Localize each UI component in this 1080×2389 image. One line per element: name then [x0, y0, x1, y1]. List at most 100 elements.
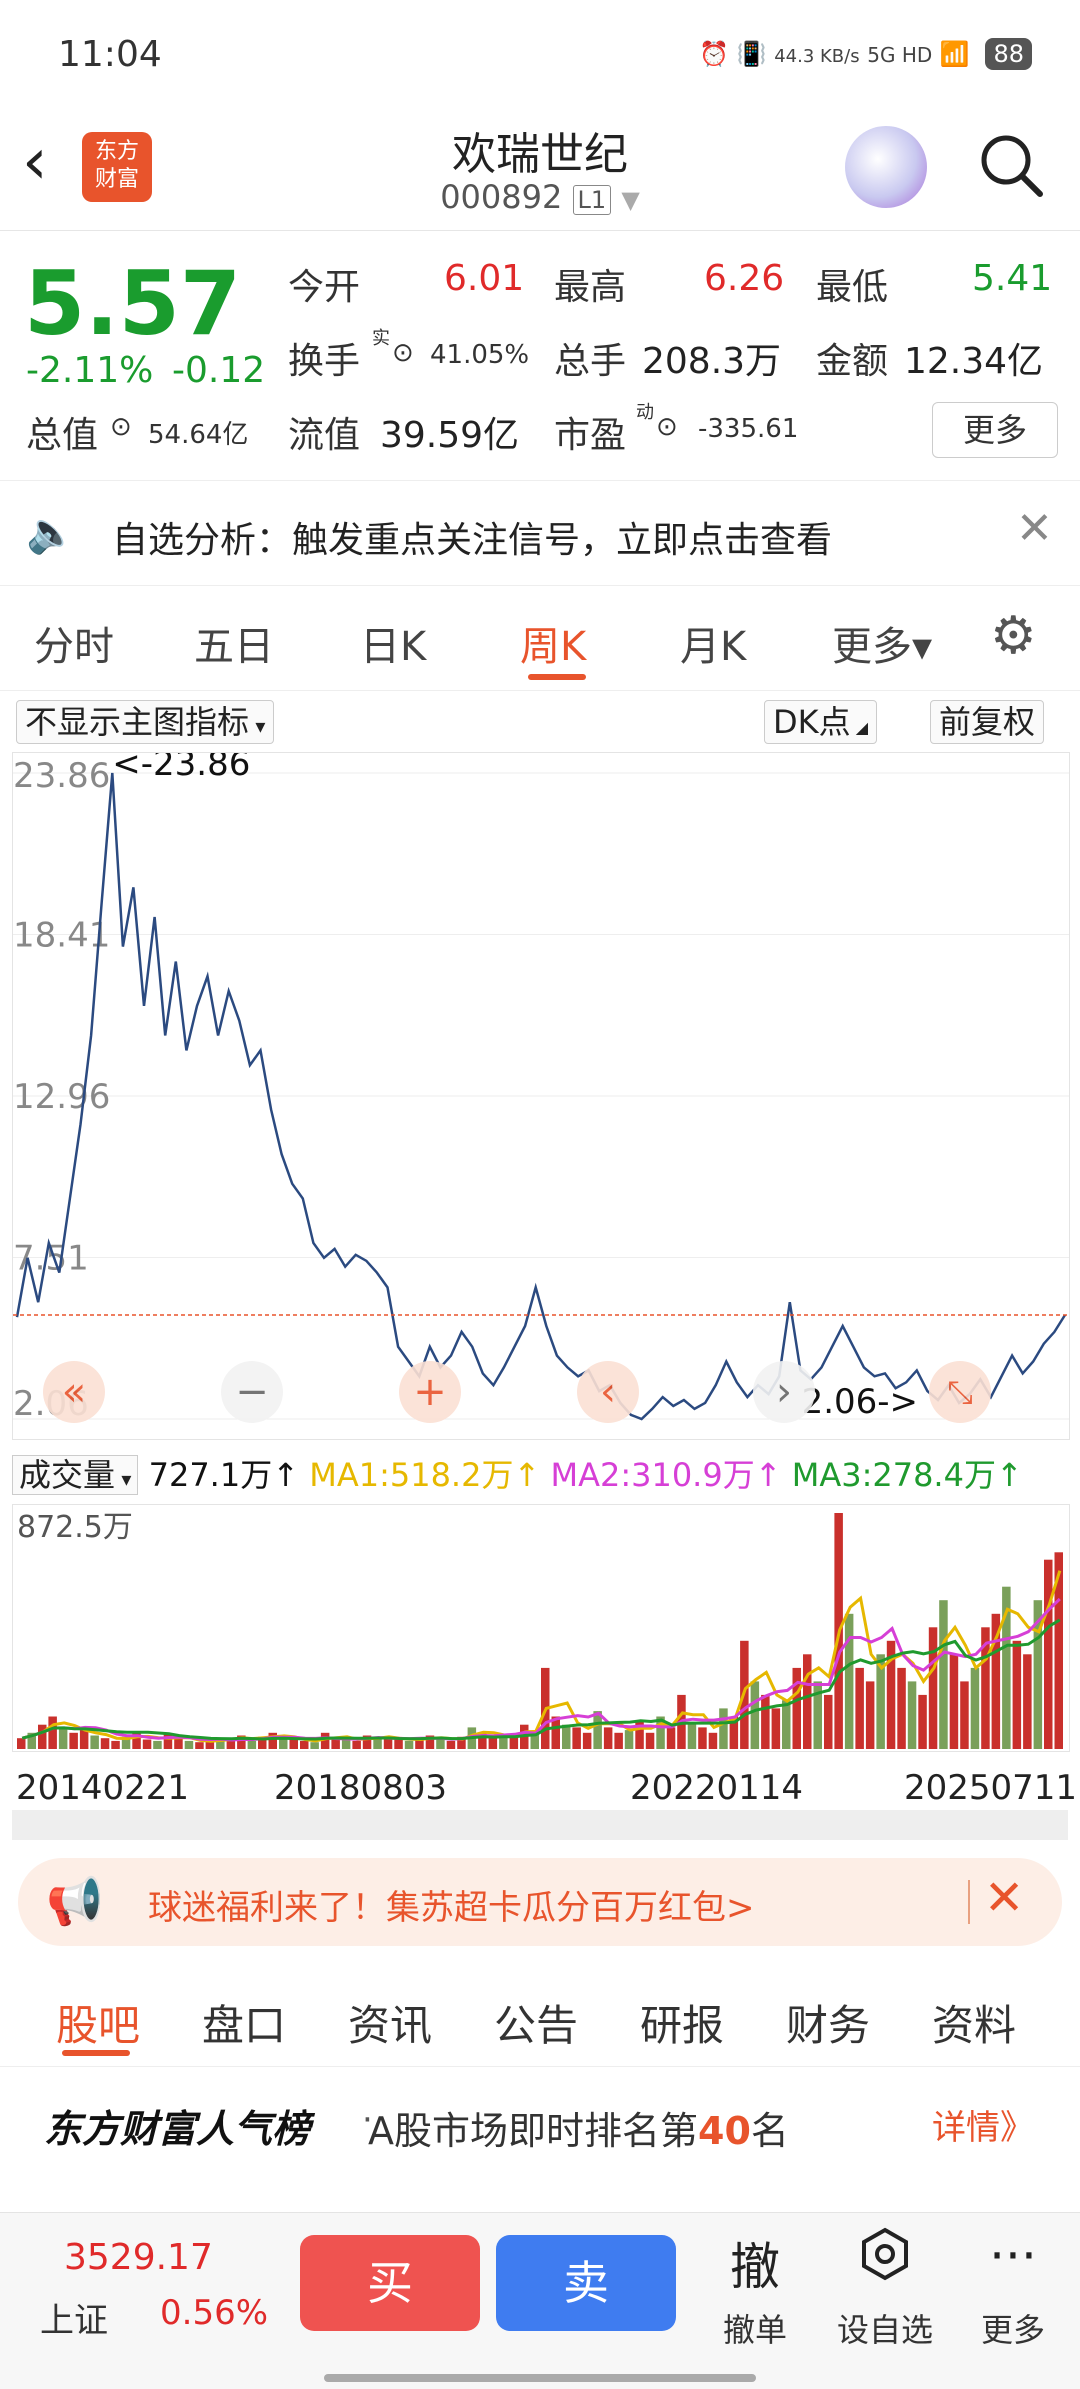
promo-banner[interactable]: 📢 球迷福利来了！集苏超卡瓜分百万红包> ✕: [18, 1858, 1062, 1946]
tab-five-day[interactable]: 五日: [194, 614, 274, 672]
notice-text: 自选分析：触发重点关注信号，立即点击查看: [112, 520, 833, 561]
high-label: 最高: [554, 267, 627, 308]
tab-research[interactable]: 研报: [640, 1992, 724, 2053]
pe-sup: 动: [636, 402, 654, 423]
info-icon[interactable]: ⊙: [656, 412, 678, 442]
price-chart[interactable]: 23.8618.4112.967.512.06 <-23.86 2.06-> «…: [12, 744, 1070, 1440]
volume-chart[interactable]: 872.5万: [12, 1504, 1070, 1752]
volume-bar: [939, 1600, 948, 1749]
close-icon[interactable]: ✕: [984, 1870, 1024, 1926]
turnover-label: 换手: [288, 341, 361, 382]
volume-bar: [897, 1667, 906, 1749]
dk-select[interactable]: DK点 ◢: [764, 700, 878, 744]
add-watchlist-label[interactable]: 设自选: [830, 2305, 940, 2351]
tab-news[interactable]: 资讯: [348, 1992, 432, 2053]
rank-detail-link[interactable]: 详情》: [932, 2100, 1034, 2149]
period-tabs: 分时 五日 日K 周K 月K 更多▾ ⚙: [0, 586, 1080, 691]
min-annotation: 2.06->: [802, 1382, 918, 1422]
alarm-icon: ⏰: [699, 40, 730, 68]
adjust-select[interactable]: 前复权: [930, 700, 1045, 744]
fullscreen-icon[interactable]: ⤡: [929, 1361, 991, 1423]
volume-value: 208.3万: [642, 341, 782, 382]
amount-value: 12.34亿: [904, 341, 1044, 382]
tab-weekly-k[interactable]: 周K: [520, 614, 586, 672]
popularity-rank[interactable]: 东方财富人气榜 · A股市场即时排名第40名 详情》: [0, 2070, 1080, 2170]
analysis-notice[interactable]: 🔈 自选分析：触发重点关注信号，立即点击查看 ✕: [0, 480, 1080, 586]
tab-profile[interactable]: 资料: [932, 1992, 1016, 2053]
tab-more[interactable]: 更多▾: [832, 614, 932, 672]
cancel-order-label[interactable]: 撤单: [700, 2305, 810, 2351]
ma2-value: MA2:310.9万: [550, 1456, 755, 1494]
home-indicator[interactable]: [324, 2374, 756, 2382]
rank-text: A股市场即时排名第40名: [368, 2100, 789, 2155]
chart-scroll-band[interactable]: [12, 1810, 1068, 1840]
low-label: 最低: [816, 267, 889, 308]
volume-bar: [761, 1694, 770, 1749]
y-tick-label: 18.41: [13, 916, 110, 956]
move-left-icon[interactable]: ‹: [577, 1361, 639, 1423]
search-icon[interactable]: [976, 130, 1046, 211]
gear-icon[interactable]: ⚙: [990, 606, 1037, 666]
volume-select[interactable]: 成交量 ▾: [12, 1455, 139, 1495]
close-icon[interactable]: ✕: [1016, 503, 1053, 554]
volume-bar: [970, 1667, 980, 1749]
volume-bar: [624, 1730, 634, 1749]
rank-number: 40: [698, 2109, 751, 2153]
more-label[interactable]: 更多: [958, 2305, 1068, 2351]
volume-label: 总手: [554, 341, 627, 382]
ma1-value: MA1:518.2万: [309, 1456, 514, 1494]
volume-bar: [949, 1654, 959, 1749]
move-right-icon[interactable]: ›: [753, 1361, 815, 1423]
index-value[interactable]: 3529.17: [64, 2237, 213, 2278]
rewind-icon[interactable]: «: [43, 1361, 105, 1423]
tab-guba[interactable]: 股吧: [56, 1992, 140, 2053]
volume-bar: [782, 1700, 791, 1749]
volume-bar: [38, 1724, 47, 1749]
indicator-select[interactable]: 不显示主图指标 ▾: [16, 700, 275, 744]
tab-monthly-k[interactable]: 月K: [680, 614, 746, 672]
open-label: 今开: [288, 267, 361, 308]
add-watchlist-icon[interactable]: [830, 2227, 940, 2293]
volume-bar: [341, 1739, 351, 1749]
turnover-sup: 实: [372, 328, 390, 349]
x-label: 20180803: [274, 1768, 448, 1808]
cancel-order-icon[interactable]: 撤: [700, 2227, 810, 2299]
chevron-down-icon: ▾: [115, 1467, 132, 1491]
status-bar: 11:04 ⏰ 📳 44.3 KB/s 5G HD 📶 88: [0, 0, 1080, 110]
pe-label: 市盈: [554, 415, 627, 456]
info-icon[interactable]: ⊙: [392, 338, 414, 368]
zoom-in-icon[interactable]: +: [399, 1361, 461, 1423]
volume-bar: [310, 1742, 319, 1749]
wifi-icon: 📶: [939, 40, 970, 68]
change-pct: -2.11%: [26, 350, 154, 391]
zoom-out-icon[interactable]: −: [221, 1361, 283, 1423]
volume-bar: [394, 1739, 403, 1749]
volume-bar: [247, 1740, 257, 1749]
quote-more-button[interactable]: 更多: [932, 402, 1058, 458]
volume-bar: [153, 1740, 162, 1749]
robot-assistant-icon[interactable]: [845, 126, 927, 208]
chevron-down-icon: ▾: [249, 714, 266, 738]
volume-bar: [803, 1654, 812, 1749]
volume-bar: [855, 1667, 864, 1749]
stock-code: 000892: [440, 178, 563, 216]
info-icon[interactable]: ⊙: [110, 412, 132, 442]
volume-bar: [111, 1740, 120, 1749]
volume-label: 成交量: [19, 1456, 116, 1494]
sell-button[interactable]: 卖: [496, 2235, 676, 2331]
tab-pankou[interactable]: 盘口: [202, 1992, 286, 2053]
banner-text: 球迷福利来了！集苏超卡瓜分百万红包>: [148, 1888, 755, 1928]
chevron-down-icon: ▼: [621, 186, 640, 214]
volume-bar: [58, 1727, 68, 1749]
tab-finance[interactable]: 财务: [786, 1992, 870, 2053]
tab-intraday[interactable]: 分时: [34, 614, 114, 672]
change-value: -0.12: [172, 350, 266, 391]
tab-daily-k[interactable]: 日K: [360, 614, 426, 672]
volume-bar: [79, 1730, 89, 1749]
more-dots-icon[interactable]: ···: [958, 2227, 1068, 2285]
volume-bar: [645, 1732, 655, 1749]
level-badge: L1: [572, 185, 612, 215]
volume-max-label: 872.5万: [17, 1510, 133, 1545]
tab-announcement[interactable]: 公告: [494, 1992, 578, 2053]
buy-button[interactable]: 买: [300, 2235, 480, 2331]
